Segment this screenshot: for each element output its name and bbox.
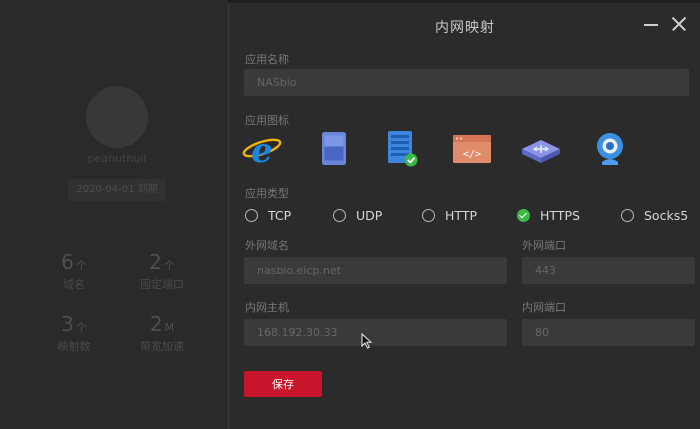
stat-value: 2 <box>149 250 162 274</box>
port-mapping-dialog: 内网映射 应用名称 应用图标 e <box>228 3 700 429</box>
app-icon-label: 应用图标 <box>245 114 289 127</box>
background-sidebar: peanuthull 2020-04-01 到期 6个 域名 2个 固定端口 3… <box>0 0 228 429</box>
mouse-cursor-icon <box>361 333 373 349</box>
external-port-input[interactable] <box>522 257 695 284</box>
app-name-label: 应用名称 <box>245 53 289 66</box>
radio-label: HTTP <box>445 207 477 223</box>
dialog-title: 内网映射 <box>435 20 495 36</box>
stat-label: 带宽加速 <box>140 340 184 353</box>
radio-tcp[interactable]: TCP <box>245 203 291 227</box>
radio-circle[interactable] <box>422 208 435 222</box>
stat-label: 域名 <box>63 278 85 291</box>
app-type-label: 应用类型 <box>245 187 289 200</box>
radio-http[interactable]: HTTP <box>422 203 477 227</box>
radio-label: UDP <box>356 207 383 223</box>
external-domain-input[interactable] <box>244 257 507 284</box>
expire-badge: 2020-04-01 到期 <box>68 179 166 201</box>
stat-label: 映射数 <box>57 340 91 353</box>
external-port-label: 外网端口 <box>522 239 566 252</box>
stat-value: 2 <box>149 312 163 336</box>
stat-unit: 个 <box>163 259 175 272</box>
stat-fixed-ports: 2个 固定端口 <box>122 250 202 292</box>
svg-text:e: e <box>251 131 273 171</box>
stat-unit: 个 <box>75 321 87 334</box>
stat-bandwidth: 2M 带宽加速 <box>122 312 202 354</box>
internal-host-input[interactable] <box>244 319 507 346</box>
close-button[interactable] <box>670 15 688 33</box>
radio-circle[interactable] <box>245 208 258 222</box>
stat-label: 固定端口 <box>140 278 184 291</box>
app-name-input[interactable] <box>244 69 689 96</box>
stat-domains: 6个 域名 <box>34 250 114 292</box>
radio-https[interactable]: HTTPS <box>517 203 580 227</box>
radio-socks5[interactable]: Socks5 <box>621 203 688 227</box>
radio-circle[interactable] <box>621 208 634 222</box>
radio-udp[interactable]: UDP <box>333 203 382 227</box>
radio-circle[interactable] <box>333 208 346 222</box>
radio-label: HTTPS <box>540 207 580 223</box>
radio-label: Socks5 <box>644 207 689 223</box>
webcam-icon[interactable] <box>589 129 631 171</box>
username: peanuthull <box>87 152 147 165</box>
stat-mappings: 3个 映射数 <box>34 312 114 354</box>
network-switch-icon[interactable] <box>520 129 562 171</box>
stat-unit: 个 <box>75 259 87 272</box>
server-icon[interactable] <box>382 129 424 171</box>
save-button[interactable]: 保存 <box>244 371 322 397</box>
external-domain-label: 外网域名 <box>245 239 289 252</box>
minimize-button[interactable] <box>642 15 660 33</box>
stat-unit: M <box>164 321 175 334</box>
stat-value: 6 <box>61 250 74 274</box>
internal-port-input[interactable] <box>522 319 695 346</box>
radio-checked-icon[interactable] <box>517 208 530 222</box>
app-type-radio-group: TCP UDP HTTP HTTPS Socks5 <box>245 203 700 227</box>
stat-value: 3 <box>61 312 74 336</box>
internal-host-label: 内网主机 <box>245 301 289 314</box>
avatar <box>86 86 148 148</box>
internal-port-label: 内网端口 <box>522 301 566 314</box>
radio-label: TCP <box>268 207 292 223</box>
svg-text:</>: </> <box>463 149 481 160</box>
code-window-icon[interactable]: </> <box>451 129 493 171</box>
tablet-icon[interactable] <box>314 129 356 171</box>
ie-browser-icon[interactable]: e <box>241 129 283 171</box>
